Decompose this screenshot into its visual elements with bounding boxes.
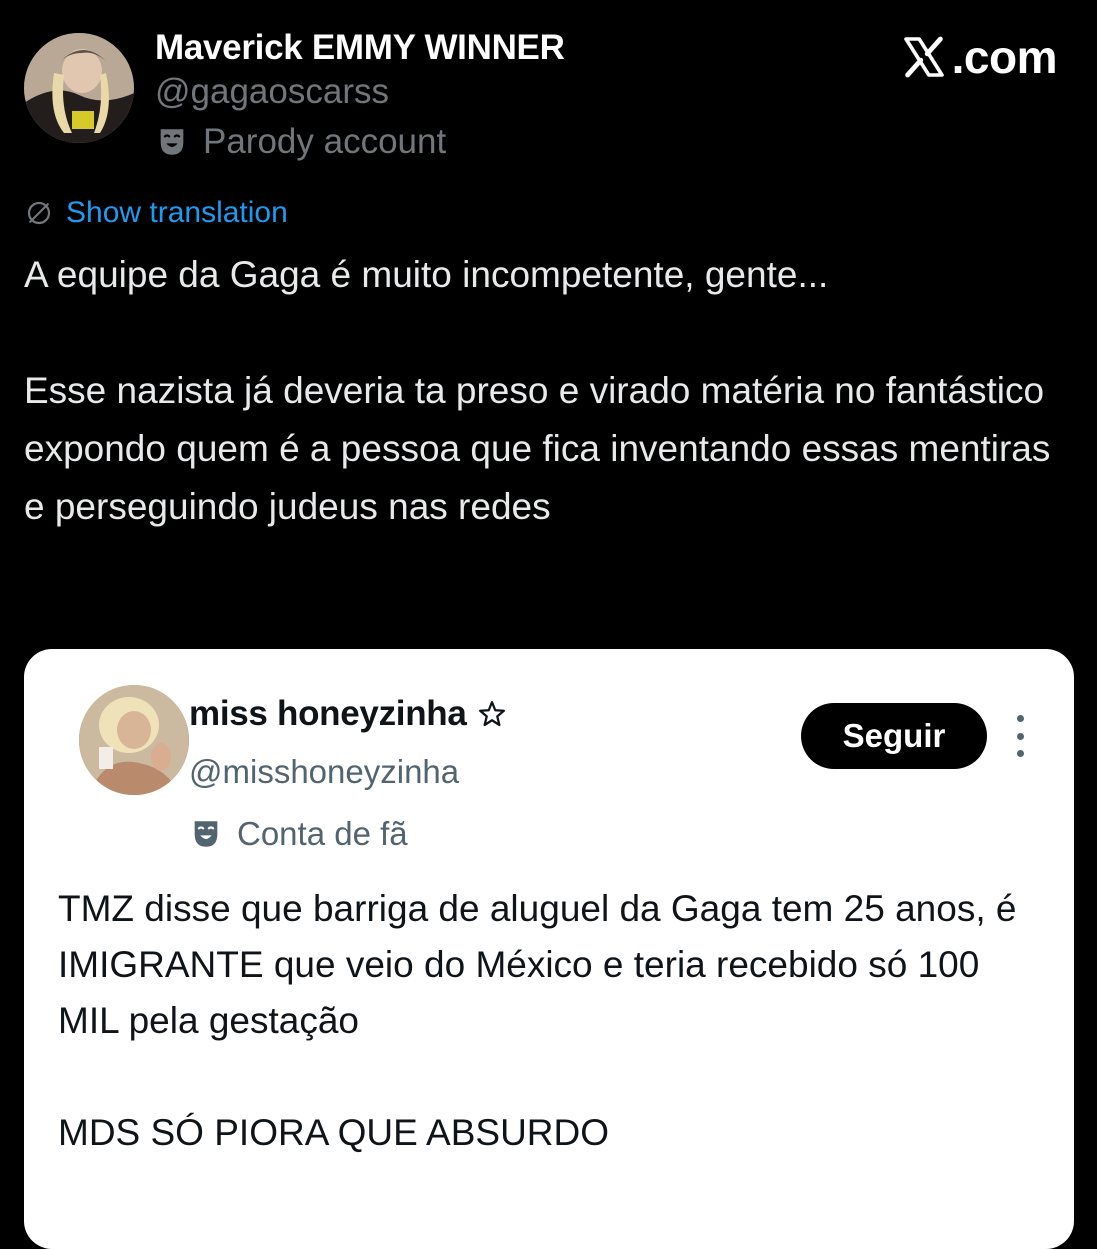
tweet-paragraph: A equipe da Gaga é muito incompetente, g… — [24, 254, 829, 295]
tweet-paragraph: Esse nazista já deveria ta preso e virad… — [24, 370, 1051, 527]
fan-account-label-text: Conta de fã — [237, 815, 408, 852]
embedded-author-name[interactable]: miss honeyzinha — [189, 694, 507, 734]
show-translation-text[interactable]: Show translation — [66, 196, 288, 230]
embedded-post-card[interactable]: miss honeyzinha @misshoneyzinha Seguir C… — [24, 649, 1074, 1249]
globe-slash-icon — [27, 201, 51, 225]
embedded-post-paragraph: TMZ disse que barriga de aluguel da Gaga… — [58, 888, 1017, 1041]
show-translation-link[interactable]: Show translation — [24, 196, 288, 230]
author-avatar[interactable] — [24, 33, 134, 143]
fan-account-label: Conta de fã — [189, 815, 408, 853]
embedded-author-avatar[interactable] — [79, 685, 189, 795]
author-handle[interactable]: @gagaoscarss — [155, 72, 389, 112]
star-outline-icon — [478, 701, 505, 727]
embedded-post-paragraph: MDS SÓ PIORA QUE ABSURDO — [58, 1112, 610, 1153]
embedded-author-handle[interactable]: @misshoneyzinha — [189, 753, 459, 791]
embedded-post-body: TMZ disse que barriga de aluguel da Gaga… — [58, 881, 1048, 1161]
more-vertical-icon — [1016, 715, 1024, 722]
author-avatar-image — [24, 33, 134, 143]
follow-button[interactable]: Seguir — [801, 703, 987, 769]
tweet-body: A equipe da Gaga é muito incompetente, g… — [24, 246, 1064, 536]
x-brand: .com — [900, 30, 1058, 84]
theater-mask-icon — [194, 821, 218, 847]
author-name[interactable]: Maverick EMMY WINNER — [155, 28, 565, 68]
embedded-author-name-text[interactable]: miss honeyzinha — [189, 694, 467, 734]
more-options-button[interactable] — [1006, 715, 1034, 757]
embedded-author-avatar-image — [79, 685, 189, 795]
more-vertical-icon-dot — [1016, 750, 1024, 757]
x-logo-icon — [903, 36, 944, 78]
parody-label: Parody account — [155, 122, 446, 162]
more-vertical-icon-dot — [1016, 732, 1024, 740]
brand-label: .com — [951, 31, 1058, 83]
theater-mask-icon — [160, 129, 184, 155]
parody-label-text: Parody account — [203, 122, 447, 161]
